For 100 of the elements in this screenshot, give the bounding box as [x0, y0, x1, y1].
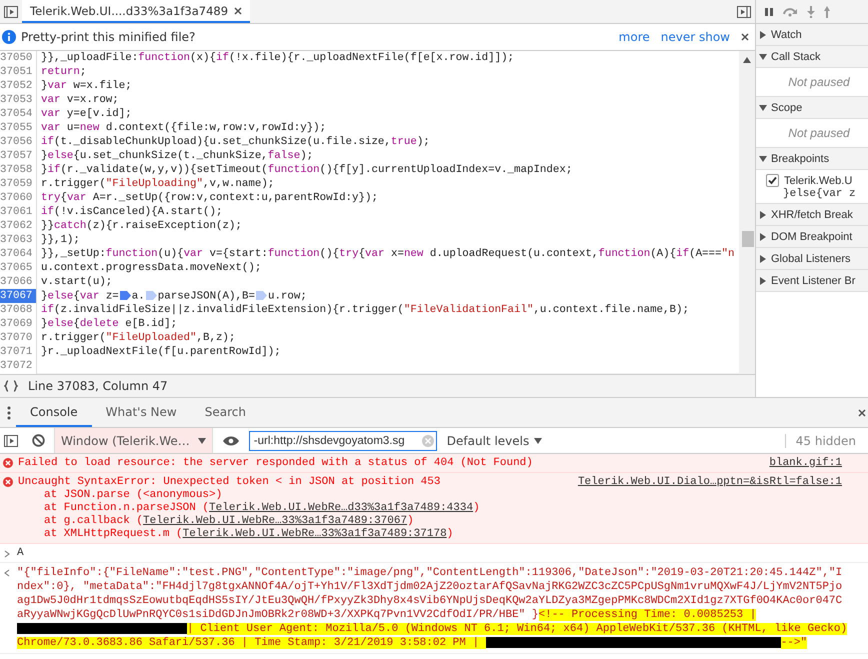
line-number[interactable]: 37057	[0, 149, 37, 163]
code-text: else	[47, 290, 74, 302]
scroll-up-icon[interactable]	[743, 57, 751, 63]
line-number[interactable]: 37064	[0, 247, 37, 261]
step-over-icon[interactable]	[782, 6, 798, 16]
code-line: }},1);	[40, 234, 80, 246]
source-link[interactable]: Telerik.Web.UI.WebRe…33%3a1f3a7489:37067	[143, 515, 408, 527]
code-line: }else{u.set_chunkSize(t._chunkSize,false);	[40, 150, 314, 162]
pause-icon[interactable]	[764, 6, 774, 16]
line-number[interactable]: 37061	[0, 205, 37, 219]
console-tab[interactable]: Search	[190, 398, 260, 427]
source-link[interactable]: blank.gif:1	[769, 457, 842, 469]
code-line: if(t._disableChunkUpload){u.set_chunkSize(u.file.size,true);	[40, 136, 430, 148]
section-header[interactable]: Call Stack	[756, 46, 868, 68]
code-text: u.row;	[268, 290, 307, 302]
context-select[interactable]: Window (Telerik.We…	[54, 428, 213, 453]
line-number[interactable]: 37065	[0, 261, 37, 275]
code-text: }	[41, 290, 48, 302]
line-number[interactable]: 37050	[0, 51, 37, 65]
cursor-position: Line 37083, Column 47	[28, 379, 168, 393]
line-number[interactable]: 37067	[0, 289, 37, 303]
code-line: r.trigger("FileUploading",v,w.name);	[40, 178, 274, 190]
execution-marker-icon[interactable]	[120, 290, 131, 301]
source-link[interactable]: Telerik.Web.UI.Dialo…pptn=&isRtl=false:1	[578, 476, 842, 488]
line-number[interactable]: 37058	[0, 163, 37, 177]
line-number[interactable]: 37070	[0, 331, 37, 345]
file-tab[interactable]: Telerik.Web.UI....d33%3a1f3a7489	[22, 0, 250, 23]
infobar-message: Pretty-print this minified file?	[21, 30, 196, 44]
code-line: if(z.invalidFileSize||z.invalidFileExtension){r.trigger("FileValidationFail",u.context.file.name,B);	[40, 304, 689, 316]
line-number[interactable]: 37053	[0, 93, 37, 107]
code-line: if(!v.isCanceled){A.start();	[40, 206, 222, 218]
code-line: return;	[40, 66, 86, 78]
section-header[interactable]: XHR/fetch Break	[756, 204, 868, 226]
close-icon[interactable]	[234, 6, 242, 14]
line-number[interactable]: 37056	[0, 135, 37, 149]
code-line: }},_uploadFile:function(x){if(!x.file){r._uploadNextFile(f[e[x.row.id]]);	[40, 52, 514, 64]
line-number[interactable]: 37060	[0, 191, 37, 205]
code-text: a.	[132, 290, 145, 302]
code-line: }}catch(z){r.raiseException(z);	[40, 220, 242, 232]
prompt-icon	[4, 550, 10, 558]
stack-frame: at JSON.parse (<anonymous>)	[18, 489, 842, 501]
execution-marker-icon[interactable]	[256, 290, 267, 301]
code-line: var v=x.row;	[40, 94, 119, 106]
source-link[interactable]: Telerik.Web.UI.WebRe…33%3a1f3a7489:37178	[182, 528, 447, 540]
caret-icon	[534, 438, 542, 444]
clear-input-icon[interactable]	[422, 434, 434, 446]
infobar-link[interactable]: never show	[660, 30, 730, 44]
section-header[interactable]: Watch	[756, 24, 868, 46]
section-header[interactable]: Scope	[756, 97, 868, 119]
checkbox[interactable]	[766, 174, 779, 187]
console-tab[interactable]: What's New	[92, 398, 191, 427]
breakpoint-file: Telerik.Web.U	[784, 174, 852, 186]
error-message: Uncaught SyntaxError: Unexpected token < in JSON at position 453	[18, 476, 440, 488]
section-header[interactable]: Global Listeners	[756, 248, 868, 270]
code-line: try{var A=r._setUp({row:v,context:u,parentRowId:y});	[40, 192, 378, 204]
line-number[interactable]: 37063	[0, 233, 37, 247]
code-line: }var w=x.file;	[40, 80, 132, 92]
braces-icon[interactable]	[4, 380, 18, 392]
vertical-scrollbar[interactable]	[739, 51, 755, 374]
section-header[interactable]: Event Listener Br	[756, 270, 868, 292]
code-line: var y=e[v.id];	[40, 108, 132, 120]
code-text: {	[73, 290, 80, 302]
code-line: v.start(u);	[40, 276, 112, 288]
line-number[interactable]: 37072	[0, 359, 37, 373]
step-into-icon[interactable]	[806, 6, 816, 18]
line-number[interactable]: 37051	[0, 65, 37, 79]
code-line: }else{delete e[B.id];	[40, 318, 178, 330]
line-number[interactable]: 37062	[0, 219, 37, 233]
code-line: }r._uploadNextFile(f[u.parentRowId]);	[40, 346, 281, 358]
line-number[interactable]: 37052	[0, 79, 37, 93]
result-string: "{"fileInfo":{"FileName":"test.PNG","ContentType":"image/png","ContentLength":119306,"DateJson":"2019-03-20T21:20:45.144Z","Index":0}, "metaData":"FH4djl7g8tgxANNOf4A/ojT+Yh1V/Fl3XdTjdm02AjZ20oztarAfQSavNajRKG2WZC3cZC5PCpUSgNm1vruMQXwF4J/LjYmV2NT5Pjoag1Dw5J0dHr1tdmqsSzEowutbqEqdHS5sIY/JtEu3QwQH/fPxyyZk3Dhy8x4sVib6YNpUjsDeqKQw2aYLDZya3MZgepPMKc8WDCm2XId1gz7XTGf0O4KAc0or047CaRyyaWNwjKGgQcDlUwPnRQYC0s1siDdGDJnJmOBRk2r08WD+3/XXPKq7Pvn1VV2CdfOdI/PR/HBE" }<!-- Processing Time: 0.0085253 | | Client User Agent: Mozilla/5.0 (Windows NT 6.1; Win64; x64) AppleWebKit/537.36 (KHTML, like Gecko) Chrome/73.0.3683.86 Safari/537.36 | Time Stamp: 3/21/2019 3:58:02 PM | -->"	[17, 566, 848, 650]
step-out-icon[interactable]	[824, 6, 830, 18]
levels-dropdown[interactable]: Default levels	[440, 434, 548, 448]
error-message: Failed to load resource: the server responded with a status of 404 (Not Found)	[18, 457, 533, 469]
line-number[interactable]: 37069	[0, 317, 37, 331]
scrollbar-thumb[interactable]	[742, 231, 754, 247]
caret-icon	[198, 438, 206, 444]
code-line: }},_setUp:function(u){var v={start:function(){try{var x=new d.uploadRequest(u.context,function(A){if(A==="n	[40, 248, 734, 260]
source-link[interactable]: Telerik.Web.UI.WebRe…d33%3a1f3a7489:4334	[209, 502, 474, 514]
code-text: var	[80, 290, 100, 302]
execution-marker-icon[interactable]	[146, 290, 157, 301]
line-number[interactable]: 37055	[0, 121, 37, 135]
line-number[interactable]: 37054	[0, 107, 37, 121]
breakpoint-code: }else{var z	[782, 188, 857, 200]
error-icon	[3, 477, 13, 487]
line-number[interactable]: 37059	[0, 177, 37, 191]
input-text: A	[17, 547, 24, 559]
hidden-count: 45 hidden	[784, 434, 856, 448]
close-icon[interactable]	[741, 33, 749, 41]
section-header[interactable]: Breakpoints	[756, 148, 868, 170]
stack-frame: at g.callback (Telerik.Web.UI.WebRe…33%3a1f3a7489:37067)	[18, 515, 842, 527]
filter-field[interactable]: -url:http://shsdevgoyatom3.sg	[248, 430, 437, 450]
infobar-link[interactable]: more	[618, 30, 650, 44]
stack-frame: at XMLHttpRequest.m (Telerik.Web.UI.WebRe…33%3a1f3a7489:37178)	[18, 528, 842, 540]
stack-frame: at Function.n.parseJSON (Telerik.Web.UI.WebRe…d33%3a1f3a7489:4334)	[18, 502, 842, 514]
code-line: r.trigger("FileUploaded",B,z);	[40, 332, 236, 344]
line-number[interactable]: 37068	[0, 303, 37, 317]
code-line: }if(r._validate(w,y,v)){setTimeout(function(){f[y].currentUploadIndex=v._mapIndex;	[40, 164, 572, 176]
section-header[interactable]: DOM Breakpoint	[756, 226, 868, 248]
line-number[interactable]: 37071	[0, 345, 37, 359]
